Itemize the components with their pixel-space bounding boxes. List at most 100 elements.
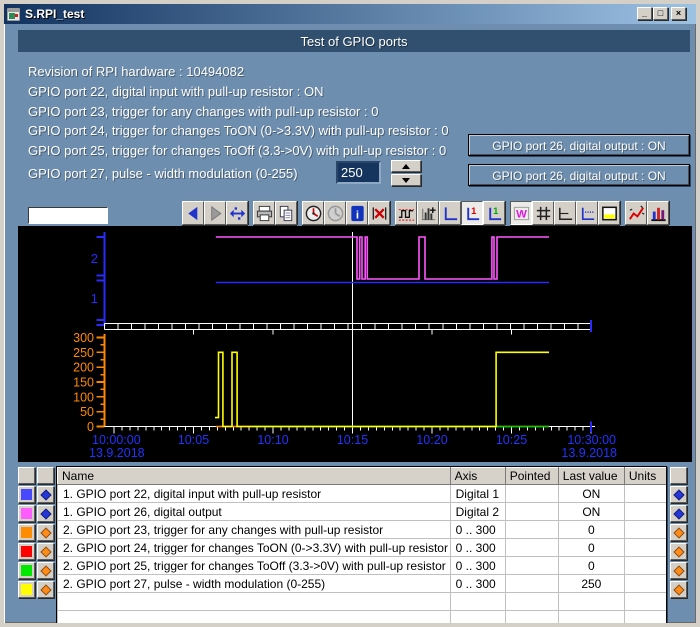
axis-horizontal-icon[interactable] [554, 201, 576, 225]
table-row[interactable]: 1. GPIO port 26, digital outputDigital 2… [58, 503, 668, 521]
curve-color-swatch [21, 527, 32, 538]
empty-cell [450, 593, 505, 611]
clock-disabled-icon[interactable] [324, 201, 346, 225]
x-axis-tick-label: 10:20 [416, 433, 447, 447]
grid-icon[interactable] [532, 201, 554, 225]
chart-toolbar: i11W [182, 201, 669, 225]
title-bar[interactable]: S.RPI_test _ □ × [4, 4, 696, 24]
table-row[interactable]: 2. GPIO port 23, trigger for any changes… [58, 521, 668, 539]
curve-color-button-2[interactable] [18, 524, 35, 541]
axis-marks-icon[interactable] [576, 201, 598, 225]
curve-marker-right-button-2[interactable] [670, 524, 687, 541]
curve-marker-button-0[interactable] [37, 486, 54, 503]
curve-marker-right-button-3[interactable] [670, 543, 687, 560]
down-arrow-icon [402, 178, 410, 183]
curve-color-swatch [21, 584, 32, 595]
column-header-last-value[interactable]: Last value [558, 468, 624, 485]
table-row[interactable]: 2. GPIO port 24, trigger for changes ToO… [58, 539, 668, 557]
bar-chart-icon[interactable] [647, 201, 669, 225]
curve-marker-button-2[interactable] [37, 524, 54, 541]
curve-marker-header-button[interactable] [37, 467, 54, 484]
curve-marker-right-button-1[interactable] [670, 505, 687, 522]
line-chart-icon[interactable] [625, 201, 647, 225]
axis-red1-icon[interactable]: 1 [461, 201, 483, 225]
curve-color-button-3[interactable] [18, 543, 35, 560]
cell-last-value: ON [558, 485, 624, 503]
curve-color-button-1[interactable] [18, 505, 35, 522]
analog-axis-tick-label: 300 [73, 331, 94, 345]
curve-visibility-icon[interactable]: W [510, 201, 532, 225]
column-header-pointed[interactable]: Pointed [505, 468, 558, 485]
curve-marker-button-5[interactable] [37, 581, 54, 598]
minimize-button[interactable]: _ [637, 7, 652, 20]
cell-pointed [505, 557, 558, 575]
pwm-spin-down-button[interactable] [391, 174, 421, 186]
cell-units [624, 503, 667, 521]
table-row[interactable]: 2. GPIO port 25, trigger for changes ToO… [58, 557, 668, 575]
curve-color-button-0[interactable] [18, 486, 35, 503]
cell-pointed [505, 539, 558, 557]
axis-blank-icon[interactable] [439, 201, 461, 225]
cell-axis: 0 .. 300 [450, 539, 505, 557]
pwm-spin-up-button[interactable] [391, 160, 421, 172]
pwm-value-input[interactable] [336, 161, 381, 184]
clock-icon[interactable] [302, 201, 324, 225]
axis-green1-icon[interactable]: 1 [483, 201, 505, 225]
cell-last-value: ON [558, 503, 624, 521]
gpio26-output-button-2[interactable]: GPIO port 26, digital output : ON [468, 164, 690, 186]
curve-color-button-5[interactable] [18, 581, 35, 598]
curve-marker-button-3[interactable] [37, 543, 54, 560]
column-header-units[interactable]: Units [624, 468, 667, 485]
delete-curve-icon[interactable] [368, 201, 390, 225]
cell-last-value: 250 [558, 575, 624, 593]
cell-last-value: 0 [558, 557, 624, 575]
column-header-axis[interactable]: Axis [450, 468, 505, 485]
step-back-icon[interactable] [182, 201, 204, 225]
table-row[interactable]: 1. GPIO port 22, digital input with pull… [58, 485, 668, 503]
copy-icon[interactable] [275, 201, 297, 225]
cell-name: 2. GPIO port 25, trigger for changes ToO… [58, 557, 451, 575]
diamond-icon [673, 546, 684, 557]
cell-pointed [505, 485, 558, 503]
fill-background-icon[interactable] [598, 201, 620, 225]
diamond-icon [40, 489, 51, 500]
info-line-3: GPIO port 24, trigger for changes ToON (… [28, 121, 458, 141]
diamond-icon [40, 508, 51, 519]
column-header-name[interactable]: Name [58, 468, 451, 485]
cell-last-value: 0 [558, 539, 624, 557]
maximize-button[interactable]: □ [653, 7, 668, 20]
curve-marker-right-button-5[interactable] [670, 581, 687, 598]
empty-row [58, 593, 668, 611]
cell-name: 2. GPIO port 24, trigger for changes ToO… [58, 539, 451, 557]
svg-text:1: 1 [493, 205, 499, 216]
table-row[interactable]: 2. GPIO port 27, pulse - width modulatio… [58, 575, 668, 593]
curve-marker-button-1[interactable] [37, 505, 54, 522]
histogram-icon[interactable] [417, 201, 439, 225]
up-arrow-icon [402, 164, 410, 169]
cell-name: 1. GPIO port 26, digital output [58, 503, 451, 521]
close-button[interactable]: × [671, 7, 686, 20]
print-icon[interactable] [253, 201, 275, 225]
cell-units [624, 485, 667, 503]
cell-pointed [505, 575, 558, 593]
curve-marker-right-button-4[interactable] [670, 562, 687, 579]
chart-toolbar-field[interactable] [28, 207, 108, 224]
gpio26-output-button-1[interactable]: GPIO port 26, digital output : ON [468, 134, 690, 156]
curve-color-button-4[interactable] [18, 562, 35, 579]
digital-waveform-icon[interactable] [395, 201, 417, 225]
curve-marker-button-4[interactable] [37, 562, 54, 579]
info-icon[interactable]: i [346, 201, 368, 225]
info-line-0: Revision of RPI hardware : 10494082 [28, 62, 458, 82]
digital-axis-label-1: 1 [91, 291, 98, 306]
curve-marker-right-header-button[interactable] [670, 467, 687, 484]
step-forward-icon[interactable] [204, 201, 226, 225]
x-axis-end-date: 13.9.2018 [561, 446, 617, 460]
pan-horizontal-icon[interactable] [226, 201, 248, 225]
curve-marker-right-button-0[interactable] [670, 486, 687, 503]
curve-table: NameAxisPointedLast valueUnits1. GPIO po… [56, 466, 667, 625]
curve-color-swatch [21, 546, 32, 557]
chart-plot-area[interactable]: 2130025020015010050010:00:0013.9.201810:… [18, 226, 692, 462]
diamond-icon [40, 527, 51, 538]
cell-last-value: 0 [558, 521, 624, 539]
curve-color-header-button[interactable] [18, 467, 35, 484]
